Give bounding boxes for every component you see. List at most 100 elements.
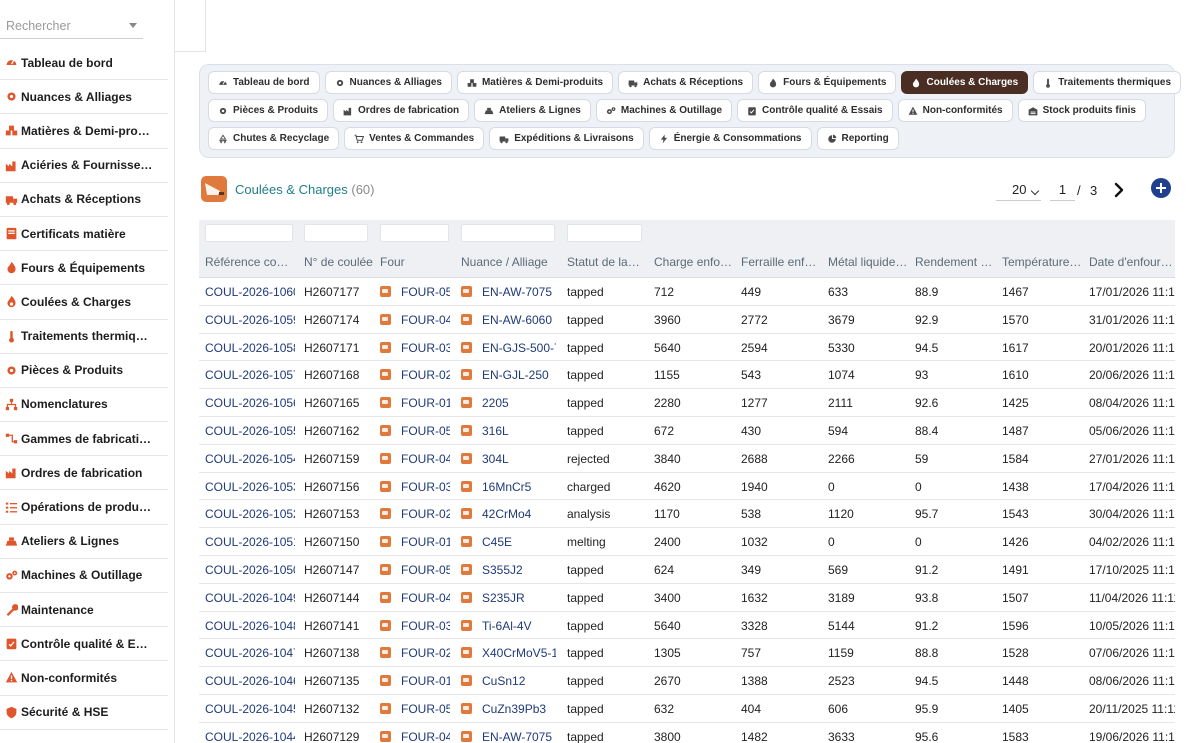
table-row[interactable]: COUL-2026-1060 H2607177 FOUR-05 EN-AW-7075 t… <box>199 278 1175 306</box>
table-cell-text[interactable]: FOUR-01 <box>401 396 450 410</box>
table-cell[interactable]: EN-AW-7075 <box>461 285 556 299</box>
table-cell[interactable]: FOUR-01 <box>380 535 450 549</box>
table-cell-text[interactable]: 304L <box>482 452 509 466</box>
table-cell-text[interactable]: FOUR-03 <box>401 480 450 494</box>
table-cell[interactable]: COUL-2026-1049 <box>205 591 295 605</box>
table-cell[interactable]: FOUR-03 <box>380 619 450 633</box>
tab-matieres-demi-produits[interactable]: Matières & Demi-produits <box>456 71 614 94</box>
table-cell-text[interactable]: FOUR-01 <box>401 674 450 688</box>
table-cell-text[interactable]: C45E <box>482 535 512 549</box>
tab-energie-consommations[interactable]: Énergie & Consommations <box>648 127 812 150</box>
column-filter-input[interactable] <box>461 224 555 242</box>
table-cell[interactable]: COUL-2026-1052 <box>205 507 295 521</box>
column-header[interactable]: Four <box>380 255 450 269</box>
table-cell[interactable]: COUL-2026-1047 <box>205 646 295 660</box>
table-cell-text[interactable]: EN-GJS-500-7 <box>482 341 556 355</box>
sidebar-item-acieries-fournisse[interactable]: Aciéries & Fournisse… <box>0 149 168 183</box>
table-cell-text[interactable]: 316L <box>482 424 509 438</box>
table-cell[interactable]: FOUR-01 <box>380 674 450 688</box>
table-cell-text[interactable]: FOUR-05 <box>401 285 450 299</box>
table-cell[interactable]: COUL-2026-1058 <box>205 341 295 355</box>
tab-non-conformites[interactable]: Non-conformités <box>897 99 1013 122</box>
tab-pieces-produits[interactable]: Pièces & Produits <box>208 99 329 122</box>
column-header[interactable]: Ferraille enf… <box>741 255 821 269</box>
sidebar-item-ateliers-lignes[interactable]: Ateliers & Lignes <box>0 525 168 559</box>
add-record-button[interactable] <box>1151 178 1171 198</box>
table-cell[interactable]: 304L <box>461 452 556 466</box>
sidebar-item-traitements-thermiq[interactable]: Traitements thermiq… <box>0 320 168 354</box>
table-cell-text[interactable]: Ti-6Al-4V <box>482 619 532 633</box>
tab-nuances-alliages[interactable]: Nuances & Alliages <box>324 71 452 94</box>
table-cell-text[interactable]: 16MnCr5 <box>482 480 531 494</box>
table-cell[interactable]: EN-GJL-250 <box>461 368 556 382</box>
column-header[interactable]: Date d'enfourn… <box>1089 255 1175 269</box>
table-cell[interactable]: COUL-2026-1056 <box>205 396 295 410</box>
table-cell[interactable]: COUL-2026-1060 <box>205 285 295 299</box>
table-cell-text[interactable]: S355J2 <box>482 563 523 577</box>
table-cell[interactable]: FOUR-05 <box>380 285 450 299</box>
table-cell[interactable]: FOUR-05 <box>380 702 450 716</box>
tab-coulees-charges[interactable]: Coulées & Charges <box>901 71 1029 94</box>
table-cell[interactable]: FOUR-01 <box>380 396 450 410</box>
table-cell-text[interactable]: EN-AW-7075 <box>482 285 552 299</box>
table-cell[interactable]: COUL-2026-1050 <box>205 563 295 577</box>
table-cell[interactable]: S355J2 <box>461 563 556 577</box>
table-cell[interactable]: CuSn12 <box>461 674 556 688</box>
tab-ventes-commandes[interactable]: Ventes & Commandes <box>344 127 485 150</box>
table-row[interactable]: COUL-2026-1050 H2607147 FOUR-05 S355J2 tappe… <box>199 556 1175 584</box>
table-cell-text[interactable]: FOUR-04 <box>401 452 450 466</box>
table-row[interactable]: COUL-2026-1058 H2607171 FOUR-03 EN-GJS-500-… <box>199 334 1175 362</box>
column-filter-input[interactable] <box>380 224 449 242</box>
table-cell-text[interactable]: FOUR-05 <box>401 563 450 577</box>
table-cell[interactable]: 316L <box>461 424 556 438</box>
next-page-icon[interactable] <box>1110 181 1128 199</box>
table-row[interactable]: COUL-2026-1044 H2607129 FOUR-04 EN-AW-7075 t… <box>199 723 1175 743</box>
tab-fours-equipements[interactable]: Fours & Équipements <box>758 71 897 94</box>
table-cell-text[interactable]: FOUR-02 <box>401 507 450 521</box>
tab-reporting[interactable]: Reporting <box>816 127 899 150</box>
sidebar-item-achats-receptions[interactable]: Achats & Réceptions <box>0 183 168 217</box>
table-row[interactable]: COUL-2026-1054 H2607159 FOUR-04 304L rejecte… <box>199 445 1175 473</box>
sidebar-item-certificats-matiere[interactable]: Certificats matière <box>0 217 168 252</box>
column-header[interactable]: Référence coulée <box>205 255 295 269</box>
tab-chutes-recyclage[interactable]: Chutes & Recyclage <box>208 127 340 150</box>
sidebar-item-gammes-de-fabricati[interactable]: Gammes de fabricati… <box>0 422 168 457</box>
table-row[interactable]: COUL-2026-1052 H2607153 FOUR-02 42CrMo4 anal… <box>199 500 1175 529</box>
table-cell-text[interactable]: EN-GJL-250 <box>482 368 549 382</box>
table-cell[interactable]: FOUR-03 <box>380 341 450 355</box>
table-cell[interactable]: FOUR-03 <box>380 480 450 494</box>
table-cell[interactable]: COUL-2026-1053 <box>205 480 295 494</box>
tab-controle-qualite-essais[interactable]: Contrôle qualité & Essais <box>737 99 893 122</box>
sidebar-item-fours-equipements[interactable]: Fours & Équipements <box>0 251 168 286</box>
sidebar-item-nomenclatures[interactable]: Nomenclatures <box>0 388 168 423</box>
table-cell[interactable]: CuZn39Pb3 <box>461 702 556 716</box>
column-header[interactable]: Charge enfo… <box>654 255 734 269</box>
table-row[interactable]: COUL-2026-1046 H2607135 FOUR-01 CuSn12 tappe… <box>199 667 1175 695</box>
column-filter-input[interactable] <box>304 224 368 242</box>
sidebar-item-nuances-alliages[interactable]: Nuances & Alliages <box>0 80 168 115</box>
sidebar-item-non-conformites[interactable]: Non-conformités <box>0 661 168 696</box>
table-cell[interactable]: 2205 <box>461 396 556 410</box>
tab-ateliers-lignes[interactable]: Ateliers & Lignes <box>474 99 591 122</box>
table-row[interactable]: COUL-2026-1047 H2607138 FOUR-02 X40CrMoV5-1… <box>199 639 1175 668</box>
table-cell[interactable]: COUL-2026-1048 <box>205 619 295 633</box>
table-cell[interactable]: COUL-2026-1045 <box>205 702 295 716</box>
tab-ordres-de-fabrication[interactable]: Ordres de fabrication <box>333 99 470 122</box>
search-select[interactable]: Rechercher <box>0 11 143 39</box>
table-cell-text[interactable]: FOUR-03 <box>401 619 450 633</box>
table-cell[interactable]: COUL-2026-1046 <box>205 674 295 688</box>
table-cell-text[interactable]: FOUR-04 <box>401 730 450 743</box>
table-cell[interactable]: 42CrMo4 <box>461 507 556 521</box>
page-size-select[interactable]: 20 <box>996 179 1041 201</box>
sidebar-item-pieces-produits[interactable]: Pièces & Produits <box>0 354 168 388</box>
dropdown-caret-icon[interactable] <box>129 23 137 28</box>
table-cell[interactable]: COUL-2026-1055 <box>205 424 295 438</box>
table-cell[interactable]: FOUR-02 <box>380 507 450 521</box>
column-header[interactable]: N° de coulée <box>304 255 374 269</box>
column-filter-input[interactable] <box>205 224 293 242</box>
table-cell-text[interactable]: EN-AW-6060 <box>482 313 552 327</box>
table-cell-text[interactable]: CuSn12 <box>482 674 525 688</box>
table-row[interactable]: COUL-2026-1053 H2607156 FOUR-03 16MnCr5 char… <box>199 473 1175 501</box>
table-row[interactable]: COUL-2026-1059 H2607174 FOUR-04 EN-AW-6060 t… <box>199 306 1175 334</box>
table-cell[interactable]: FOUR-05 <box>380 563 450 577</box>
